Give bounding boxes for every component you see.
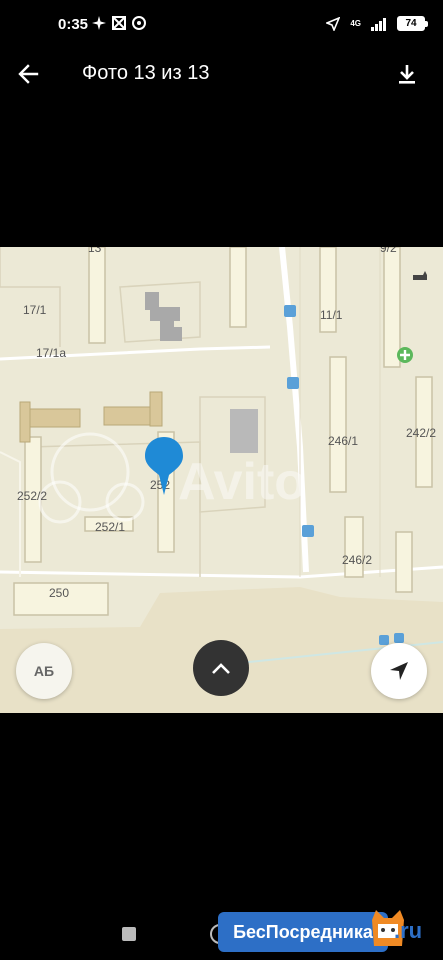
app-bar: Фото 13 из 13 — [0, 52, 443, 96]
map-label-246-1: 246/1 — [328, 434, 359, 448]
back-button[interactable] — [14, 60, 42, 88]
chrome-icon — [132, 16, 146, 30]
map-label-250: 250 — [49, 586, 70, 600]
map-label-13: 13 — [88, 247, 102, 255]
network-label: 4G — [350, 19, 361, 28]
system-icons: 4G 74 — [326, 16, 428, 31]
chevron-up-icon — [212, 663, 230, 674]
location-arrow-icon — [326, 16, 341, 31]
map-label-17-1a: 17/1а — [36, 346, 67, 360]
expand-button[interactable] — [193, 640, 249, 696]
bespolsrednika-watermark: БесПосредника .ru — [218, 908, 443, 956]
location-pin-icon — [145, 437, 183, 495]
download-icon — [399, 65, 415, 84]
watermark-tld: .ru — [394, 918, 423, 943]
arrow-back-icon — [18, 64, 39, 84]
map-label-252-2: 252/2 — [17, 489, 48, 503]
download-button[interactable] — [393, 60, 421, 88]
recent-apps-button[interactable] — [122, 927, 136, 941]
status-bar: 0:35 4G 74 — [0, 0, 443, 52]
battery-icon: 74 — [397, 16, 428, 31]
watermark-brand-box: БесПосредника — [218, 912, 388, 952]
app-notification-icon — [112, 16, 126, 30]
map-layers-button[interactable]: АБ — [16, 643, 72, 699]
map-label-242-2: 242/2 — [406, 426, 437, 440]
map-label-17-1: 17/1 — [23, 303, 47, 317]
page-title: Фото 13 из 13 — [82, 62, 210, 84]
map-layers-label: АБ — [33, 663, 55, 679]
map-watermark: Avito — [178, 453, 307, 511]
watermark-brand: БесПосредника — [233, 921, 373, 942]
navigation-arrow-icon — [390, 662, 408, 680]
signal-icon — [371, 17, 386, 31]
map-view[interactable]: Avito 13 9/2 17/1 17/1а 11/1 246/1 242/2… — [0, 247, 443, 713]
my-location-button[interactable] — [371, 643, 427, 699]
battery-level: 74 — [405, 18, 417, 29]
map-label-252-1: 252/1 — [95, 520, 126, 534]
sparkle-icon — [92, 16, 106, 30]
map-label-11-1: 11/1 — [320, 308, 343, 322]
map-label-246-2: 246/2 — [342, 553, 373, 567]
map-label-9-2: 9/2 — [380, 247, 397, 255]
status-time: 0:35 — [58, 16, 89, 33]
notification-icons — [92, 16, 146, 30]
